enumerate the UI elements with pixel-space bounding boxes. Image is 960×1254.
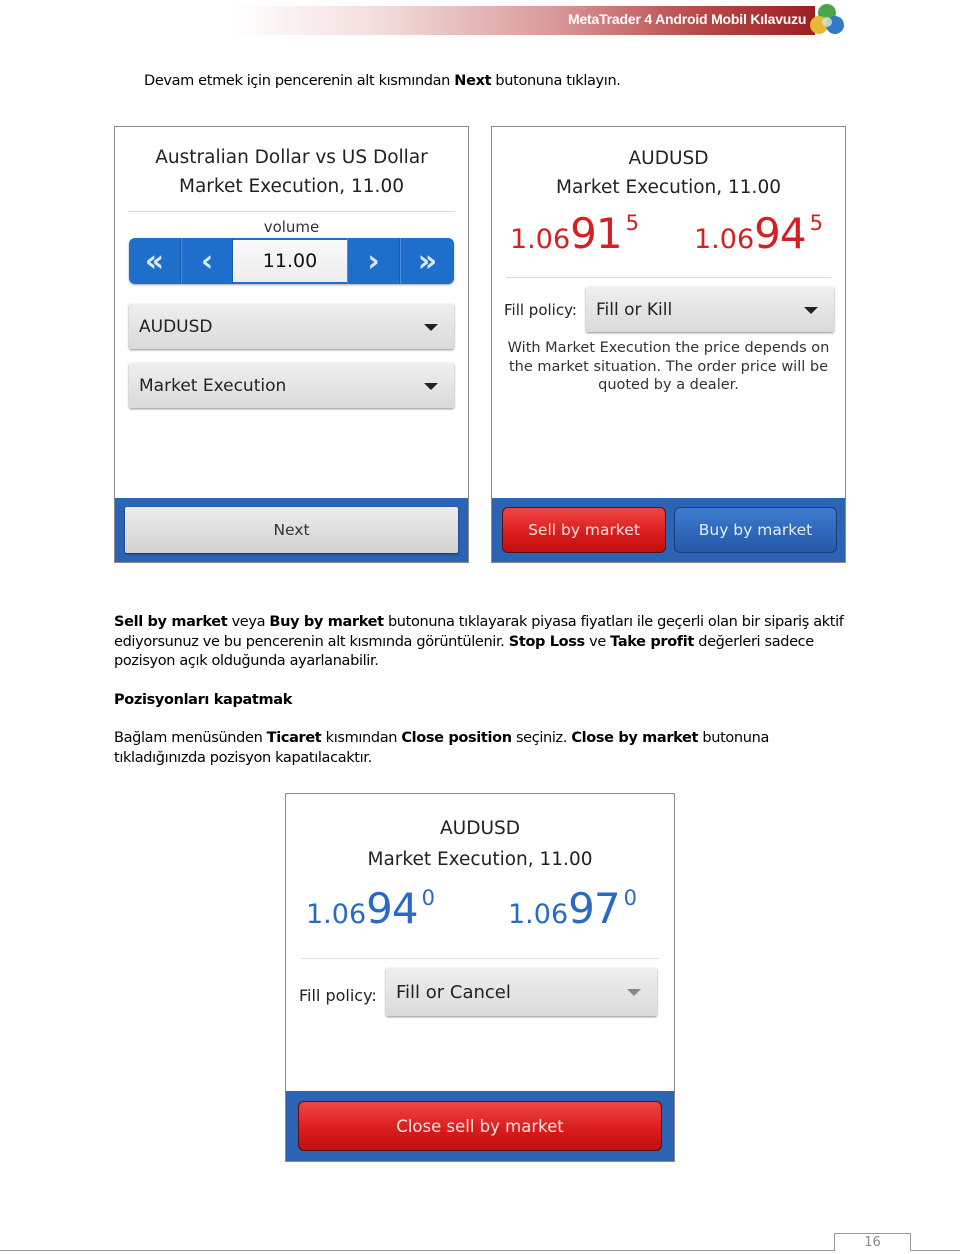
bottom-bar: Close sell by market: [286, 1091, 674, 1161]
footer-rule: [0, 1250, 834, 1251]
chevron-left-icon: ‹: [200, 243, 214, 279]
volume-input[interactable]: 11.00: [233, 240, 347, 282]
section-heading: Pozisyonları kapatmak: [114, 692, 292, 708]
screen3-title-line2: Market Execution, 11.00: [367, 849, 593, 870]
screen1-title-line1: Australian Dollar vs US Dollar: [155, 147, 428, 168]
fill-policy-select[interactable]: Fill or Cancel: [386, 968, 657, 1016]
bid-price: 1.0691 5: [510, 209, 639, 258]
ask-price: 1.0694 5: [694, 209, 823, 258]
footer-rule: [911, 1250, 960, 1251]
volume-label: volume: [263, 218, 320, 236]
next-button[interactable]: Next: [125, 507, 458, 553]
header-title: MetaTrader 4 Android Mobil Kılavuzu: [568, 11, 807, 27]
buy-by-market-button[interactable]: Buy by market: [674, 507, 837, 553]
execution-note: With Market Execution the price depends …: [507, 340, 830, 393]
fast-increase-button[interactable]: »: [400, 238, 454, 284]
dropdown-arrow-icon: [627, 989, 641, 996]
order-volume-screen: Australian Dollar vs US Dollar Market Ex…: [114, 126, 469, 563]
fill-policy-select[interactable]: Fill or Kill: [586, 287, 834, 332]
divider: [128, 211, 455, 212]
dropdown-arrow-icon: [424, 323, 438, 331]
bottom-bar: Next: [115, 498, 468, 562]
ask-price: 1.0697 0: [508, 884, 637, 933]
execution-type-select[interactable]: Market Execution: [129, 363, 454, 408]
screen1-title-line2: Market Execution, 11.00: [179, 176, 404, 197]
fill-policy-value: Fill or Cancel: [396, 981, 511, 1003]
close-position-screen: AUDUSD Market Execution, 11.00 1.0694 0 1…: [285, 793, 675, 1162]
execution-type-value: Market Execution: [139, 375, 287, 396]
bottom-bar: Sell by market Buy by market: [492, 498, 845, 562]
dropdown-arrow-icon: [424, 382, 438, 390]
fast-decrease-button[interactable]: «: [129, 238, 181, 284]
volume-stepper: « ‹ 11.00 › »: [129, 238, 454, 284]
decrease-button[interactable]: ‹: [181, 238, 233, 284]
double-chevron-right-icon: »: [417, 243, 438, 279]
divider: [506, 277, 831, 278]
chevron-right-icon: ›: [367, 243, 380, 279]
screen3-title-line1: AUDUSD: [440, 818, 520, 839]
page-number: 16: [834, 1233, 911, 1251]
fill-policy-label: Fill policy:: [504, 301, 577, 319]
market-order-screen: AUDUSD Market Execution, 11.00 1.0691 5 1…: [491, 126, 846, 563]
bid-price: 1.0694 0: [306, 884, 435, 933]
divider: [301, 958, 659, 959]
symbol-select[interactable]: AUDUSD: [129, 304, 454, 349]
screen2-title-line1: AUDUSD: [628, 148, 709, 169]
sell-by-market-button[interactable]: Sell by market: [502, 507, 666, 553]
fill-policy-value: Fill or Kill: [596, 299, 673, 320]
dropdown-arrow-icon: [804, 306, 818, 314]
paragraph-order-info: Sell by market veya Buy by market butonu…: [114, 614, 844, 669]
fill-policy-label: Fill policy:: [299, 986, 377, 1005]
symbol-select-value: AUDUSD: [139, 316, 213, 337]
double-chevron-left-icon: «: [144, 243, 165, 279]
close-sell-by-market-button[interactable]: Close sell by market: [298, 1101, 662, 1151]
increase-button[interactable]: ›: [347, 238, 400, 284]
screen2-title-line2: Market Execution, 11.00: [556, 177, 781, 198]
intro-text: Devam etmek için pencerenin alt kısmında…: [144, 73, 621, 89]
paragraph-close-position: Bağlam menüsünden Ticaret kısmından Clos…: [114, 730, 769, 766]
metatrader-logo-icon: [810, 4, 844, 34]
